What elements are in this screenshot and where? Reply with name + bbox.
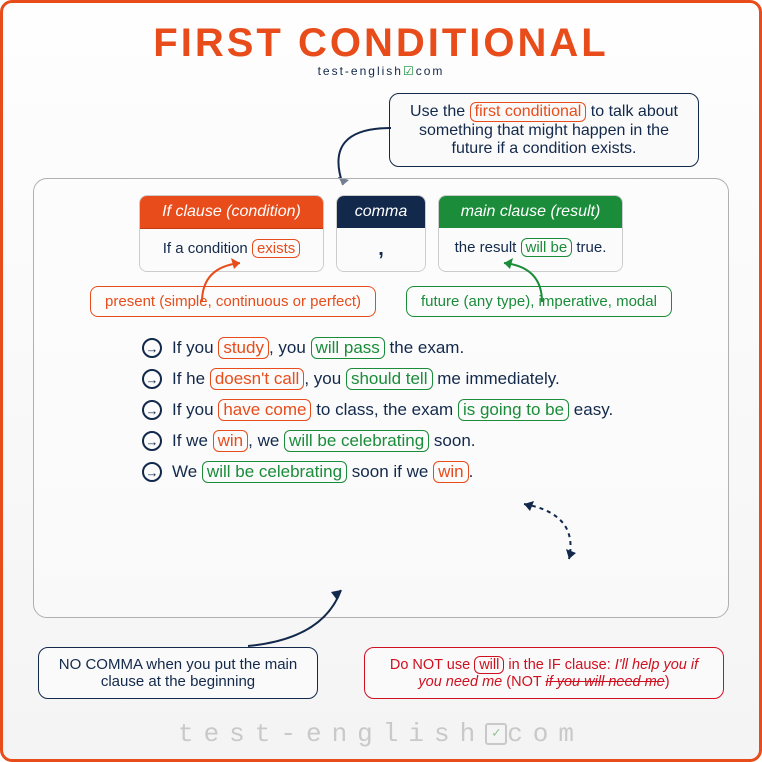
example-text: If we win, we will be celebrating soon. <box>172 430 476 452</box>
comma-card: comma , <box>336 195 426 272</box>
orange-chip: have come <box>218 399 311 421</box>
green-chip: will pass <box>311 337 385 359</box>
footer-text: test-english <box>178 719 485 749</box>
examples-list: → If you study, you will pass the exam. → I… <box>142 337 710 483</box>
footer-brand: test-english✓com <box>3 719 759 749</box>
intro-box: Use the first conditional to talk about … <box>389 93 699 167</box>
green-chip: will be celebrating <box>202 461 347 483</box>
main-frame: If clause (condition) If a condition exi… <box>33 178 729 618</box>
example-text: If you have come to class, the exam is g… <box>172 399 613 421</box>
if-clause-card: If clause (condition) If a condition exi… <box>139 195 324 272</box>
swap-arrow-icon <box>514 499 594 569</box>
nr-close: ) <box>665 674 670 690</box>
example-text: If he doesn't call, you should tell me i… <box>172 368 560 390</box>
nr-not: (NOT <box>502 674 545 690</box>
nr-pre: Do NOT use <box>390 657 474 673</box>
if-clause-body: If a condition exists <box>140 229 323 268</box>
brand-subtitle: test-english☑com <box>3 64 759 78</box>
nr-bad: if you will need me <box>545 674 664 690</box>
footer-check-icon: ✓ <box>485 723 507 745</box>
orange-chip: win <box>433 461 469 483</box>
intro-pre: Use the <box>410 103 470 120</box>
main-body-post: true. <box>572 239 606 256</box>
arrow-bullet-icon: → <box>142 400 162 420</box>
example-line: → If you have come to class, the exam is … <box>142 399 710 421</box>
page-title: FIRST CONDITIONAL <box>3 21 759 66</box>
brand-suffix: com <box>416 64 445 78</box>
orange-chip: study <box>218 337 269 359</box>
green-chip: is going to be <box>458 399 569 421</box>
example-line: → If he doesn't call, you should tell me … <box>142 368 710 390</box>
intro-chip: first conditional <box>470 102 587 122</box>
main-body-chip: will be <box>521 238 573 257</box>
page-frame: FIRST CONDITIONAL test-english☑com Use t… <box>0 0 762 762</box>
nr-chip: will <box>474 656 504 674</box>
if-body-pre: If a condition <box>163 240 252 257</box>
orange-chip: doesn't call <box>210 368 305 390</box>
nr-mid: in the IF clause: <box>504 657 614 673</box>
arrow-bullet-icon: → <box>142 338 162 358</box>
tense-left: present (simple, continuous or perfect) <box>90 286 376 317</box>
if-clause-head: If clause (condition) <box>140 196 323 229</box>
green-chip: will be celebrating <box>284 430 429 452</box>
if-body-chip: exists <box>252 239 300 258</box>
example-line: → If we win, we will be celebrating soon. <box>142 430 710 452</box>
note-no-comma: NO COMMA when you put the main clause at… <box>38 647 318 699</box>
arrow-bullet-icon: → <box>142 462 162 482</box>
comma-body: , <box>337 228 425 271</box>
example-line: → We will be celebrating soon if we win. <box>142 461 710 483</box>
comma-head: comma <box>337 196 425 228</box>
clause-row: If clause (condition) If a condition exi… <box>52 195 710 272</box>
brand-check-icon: ☑ <box>403 64 416 78</box>
main-clause-body: the result will be true. <box>439 228 622 267</box>
example-text: If you study, you will pass the exam. <box>172 337 464 359</box>
example-line: → If you study, you will pass the exam. <box>142 337 710 359</box>
arrow-bullet-icon: → <box>142 431 162 451</box>
main-clause-card: main clause (result) the result will be … <box>438 195 623 272</box>
arrow-bullet-icon: → <box>142 369 162 389</box>
main-clause-head: main clause (result) <box>439 196 622 228</box>
footer-suffix: com <box>507 719 584 749</box>
green-chip: should tell <box>346 368 433 390</box>
orange-chip: win <box>213 430 249 452</box>
tense-right: future (any type), imperative, modal <box>406 286 672 317</box>
note-no-will: Do NOT use will in the IF clause: I'll h… <box>364 647 724 699</box>
brand-text: test-english <box>318 64 403 78</box>
example-text: We will be celebrating soon if we win. <box>172 461 473 483</box>
tense-row: present (simple, continuous or perfect) … <box>52 286 710 317</box>
main-body-pre: the result <box>455 239 521 256</box>
